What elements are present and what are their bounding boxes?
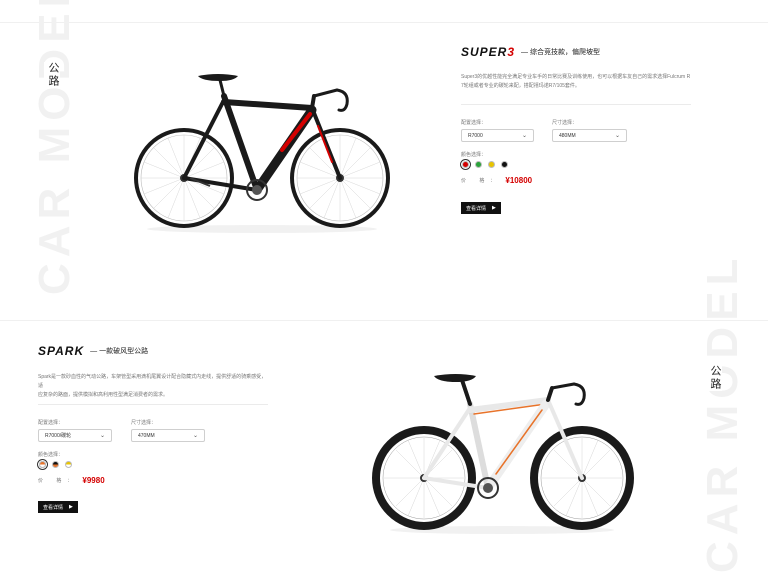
super3-details-button[interactable]: 查看详情 ▶ [461, 202, 501, 214]
color-swatch-red[interactable] [462, 161, 469, 168]
super3-tagline: — 综合竞技款，偏爬坡型 [521, 49, 600, 56]
super3-color-swatches [462, 161, 508, 168]
price-label: 价 格： [461, 178, 502, 184]
details-button-label: 查看详情 [43, 504, 64, 511]
spark-description-line1: Spark是一款砂血性的气动公路，车架管型采用滴机尾翼设计配合隐藏式内走线，提供… [38, 374, 267, 389]
super3-description: Super3的优越性能完全满足专业车手的日常比赛及训练使用，也可以根据车友自己的… [461, 73, 691, 91]
super3-bike-image [134, 74, 390, 233]
chevron-down-icon: ⌄ [192, 433, 198, 439]
spark-divider [38, 404, 268, 405]
super3-size-select[interactable]: 480MM ⌄ [552, 129, 627, 142]
super3-description-line2: 7轮组或者专业的碳轮来配，搭配禧玛诺R7/105套件。 [461, 83, 580, 89]
chevron-down-icon: ⌄ [99, 433, 105, 439]
super3-description-line1: Super3的优越性能完全满足专业车手的日常比赛及训练使用，也可以根据车友自己的… [461, 74, 691, 80]
play-arrow-icon: ▶ [69, 504, 73, 510]
spark-config-select[interactable]: R7000/碳轮 ⌄ [38, 429, 112, 442]
spark-color-swatches [39, 461, 72, 468]
super3-config-select[interactable]: R7000 ⌄ [461, 129, 534, 142]
spark-bike-image [372, 374, 634, 534]
spark-details-button[interactable]: 查看详情 ▶ [38, 501, 78, 513]
spark-size-value: 470MM [138, 432, 155, 439]
spark-config-label: 配置选择： [38, 420, 64, 426]
category-label: 公路 [706, 365, 722, 391]
spark-price: ¥9980 [82, 476, 105, 485]
spark-size-select[interactable]: 470MM ⌄ [131, 429, 205, 442]
color-swatch-green[interactable] [475, 161, 482, 168]
spark-tagline: — 一款破风型公路 [90, 348, 149, 355]
super3-size-value: 480MM [559, 132, 576, 139]
color-swatch-black-orange[interactable] [52, 461, 59, 468]
category-label: 公路 [44, 62, 60, 88]
spark-price-row: 价 格： ¥9980 [38, 476, 105, 485]
spark-description: Spark是一款砂血性的气动公路，车架管型采用滴机尾翼设计配合隐藏式内走线，提供… [38, 373, 270, 400]
super3-config-label: 配置选择： [461, 120, 487, 126]
color-swatch-yellow[interactable] [488, 161, 495, 168]
top-divider [0, 22, 768, 23]
spark-logo: SPARK [38, 344, 85, 358]
super3-color-label: 颜色选择： [461, 152, 487, 158]
spark-size-label: 尺寸选择： [131, 420, 157, 426]
spark-color-label: 颜色选择： [38, 452, 64, 458]
super3-divider [461, 104, 691, 105]
super3-price: ¥10800 [505, 176, 533, 185]
chevron-down-icon: ⌄ [614, 133, 620, 139]
super3-size-label: 尺寸选择： [552, 120, 578, 126]
play-arrow-icon: ▶ [492, 205, 496, 211]
details-button-label: 查看详情 [466, 205, 487, 212]
color-swatch-yellow[interactable] [65, 461, 72, 468]
chevron-down-icon: ⌄ [521, 133, 527, 139]
spark-header: SPARK — 一款破风型公路 [38, 344, 148, 358]
super3-logo: SUPER3 [461, 45, 516, 59]
color-swatch-orange[interactable] [39, 461, 46, 468]
spark-config-value: R7000/碳轮 [45, 433, 72, 439]
color-swatch-black[interactable] [501, 161, 508, 168]
super3-config-value: R7000 [468, 132, 483, 139]
super3-header: SUPER3 — 综合竞技款，偏爬坡型 [461, 45, 600, 59]
section-divider [0, 320, 768, 321]
super3-price-row: 价 格： ¥10800 [461, 176, 532, 185]
spark-description-line2: 应复杂的路面，提供模拟和高利用性型满足消费者的需求。 [38, 392, 169, 398]
price-label: 价 格： [38, 478, 79, 484]
